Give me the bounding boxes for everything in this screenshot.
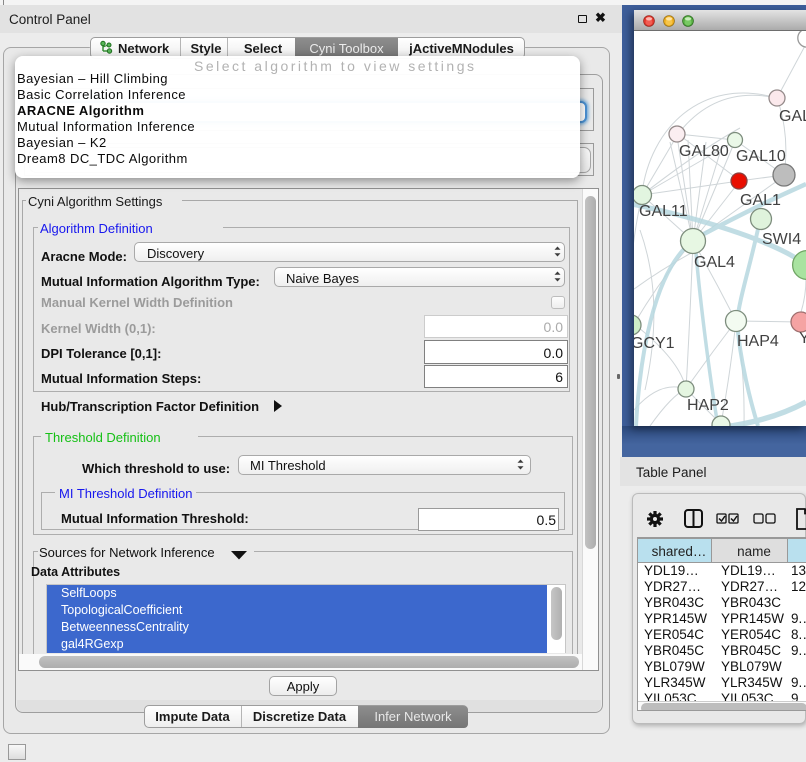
svg-text:GAL11: GAL11: [639, 203, 688, 220]
svg-text:HAP2: HAP2: [687, 397, 729, 414]
svg-text:GAL7: GAL7: [779, 108, 806, 125]
svg-text:Y: Y: [799, 330, 806, 347]
svg-text:GAL4: GAL4: [694, 254, 735, 271]
svg-text:SWI4: SWI4: [762, 231, 801, 248]
svg-text:GAL80: GAL80: [679, 143, 729, 160]
svg-text:HAP4: HAP4: [737, 333, 779, 350]
svg-text:GAL10: GAL10: [736, 148, 786, 165]
svg-text:GCY1: GCY1: [634, 335, 675, 352]
svg-text:GAL1: GAL1: [740, 192, 781, 209]
